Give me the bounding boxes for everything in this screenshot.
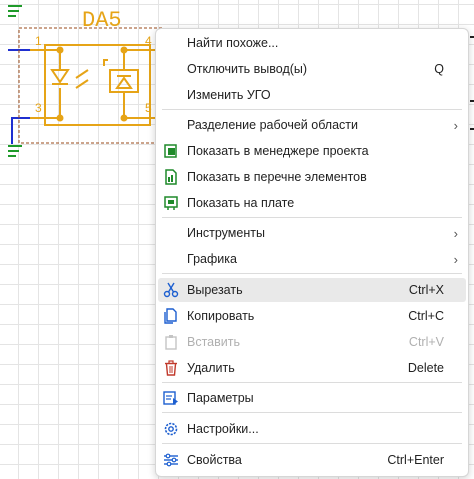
menu-item-label: Разделение рабочей области: [187, 118, 358, 132]
element-list-icon: [165, 169, 177, 185]
menu-separator: [162, 273, 462, 274]
edge-wire-stub: [470, 36, 474, 38]
chevron-right-icon: ›: [453, 117, 458, 133]
menu-item-show-in-project-manager[interactable]: Показать в менеджере проекта: [158, 139, 466, 163]
scissors-icon: [163, 282, 179, 298]
menu-item-shortcut: Ctrl+V: [408, 335, 444, 349]
trash-icon: [165, 360, 177, 376]
wire-pin3[interactable]: [11, 117, 40, 144]
component-ref: DA5: [82, 8, 122, 33]
menu-item-label: Показать в перечне элементов: [187, 170, 367, 184]
menu-item-shortcut: Ctrl+C: [408, 309, 444, 323]
menu-item-label: Изменить УГО: [187, 88, 271, 102]
menu-item-shortcut: Ctrl+X: [408, 283, 444, 297]
menu-item-tools[interactable]: Инструменты ›: [158, 221, 466, 245]
menu-item-label: Графика: [187, 252, 237, 266]
menu-item-label: Показать в менеджере проекта: [187, 144, 369, 158]
settings-icon: [164, 422, 178, 436]
menu-item-label: Параметры: [187, 391, 254, 405]
menu-item-graphics[interactable]: Графика ›: [158, 247, 466, 271]
menu-item-label: Вставить: [187, 335, 240, 349]
menu-item-label: Удалить: [187, 361, 235, 375]
copy-icon: [164, 308, 177, 324]
menu-item-disable-pins[interactable]: Отключить вывод(ы) Q: [158, 57, 466, 81]
menu-item-shortcut: Delete: [407, 361, 444, 375]
edge-wire-stub: [470, 128, 474, 130]
menu-item-label: Копировать: [187, 309, 255, 323]
menu-item-label: Найти похоже...: [187, 36, 279, 50]
project-manager-icon: [164, 144, 177, 158]
menu-item-label: Показать на плате: [187, 196, 295, 210]
parameters-icon: [163, 391, 178, 405]
menu-item-shortcut: Q: [434, 62, 444, 76]
menu-item-paste[interactable]: Вставить Ctrl+V: [158, 330, 466, 354]
menu-item-settings[interactable]: Настройки...: [158, 417, 466, 441]
chevron-right-icon: ›: [453, 251, 458, 267]
menu-item-label: Инструменты: [187, 226, 265, 240]
menu-item-split-workspace[interactable]: Разделение рабочей области ›: [158, 113, 466, 137]
menu-item-edit-symbol[interactable]: Изменить УГО: [158, 83, 466, 107]
menu-item-delete[interactable]: Удалить Delete: [158, 356, 466, 380]
chevron-right-icon: ›: [453, 225, 458, 241]
menu-item-label: Вырезать: [187, 283, 243, 297]
menu-separator: [162, 382, 462, 383]
menu-item-shortcut: Ctrl+Enter: [387, 453, 444, 467]
menu-separator: [162, 217, 462, 218]
paste-icon: [165, 335, 177, 350]
menu-item-copy[interactable]: Копировать Ctrl+C: [158, 304, 466, 328]
menu-item-properties[interactable]: Свойства Ctrl+Enter: [158, 448, 466, 472]
ground-symbol-bottom: [8, 145, 22, 157]
menu-separator: [162, 412, 462, 413]
menu-item-show-in-element-list[interactable]: Показать в перечне элементов: [158, 165, 466, 189]
menu-item-cut[interactable]: Вырезать Ctrl+X: [158, 278, 466, 302]
board-icon: [164, 196, 178, 210]
edge-wire-stub: [470, 100, 474, 102]
menu-item-find-similar[interactable]: Найти похоже...: [158, 31, 466, 55]
menu-separator: [162, 109, 462, 110]
pin-number-4: 4: [145, 34, 152, 48]
pin-number-1: 1: [35, 34, 42, 48]
menu-item-label: Настройки...: [187, 422, 259, 436]
pin-number-5: 5: [145, 101, 152, 115]
menu-item-label: Свойства: [187, 453, 242, 467]
pin-number-3: 3: [35, 101, 42, 115]
menu-separator: [162, 443, 462, 444]
ground-symbol-top: [8, 5, 22, 17]
menu-item-show-on-board[interactable]: Показать на плате: [158, 191, 466, 215]
context-menu: Найти похоже... Отключить вывод(ы) Q Изм…: [155, 28, 469, 477]
menu-item-parameters[interactable]: Параметры: [158, 386, 466, 410]
menu-item-label: Отключить вывод(ы): [187, 62, 308, 76]
properties-icon: [164, 453, 178, 467]
